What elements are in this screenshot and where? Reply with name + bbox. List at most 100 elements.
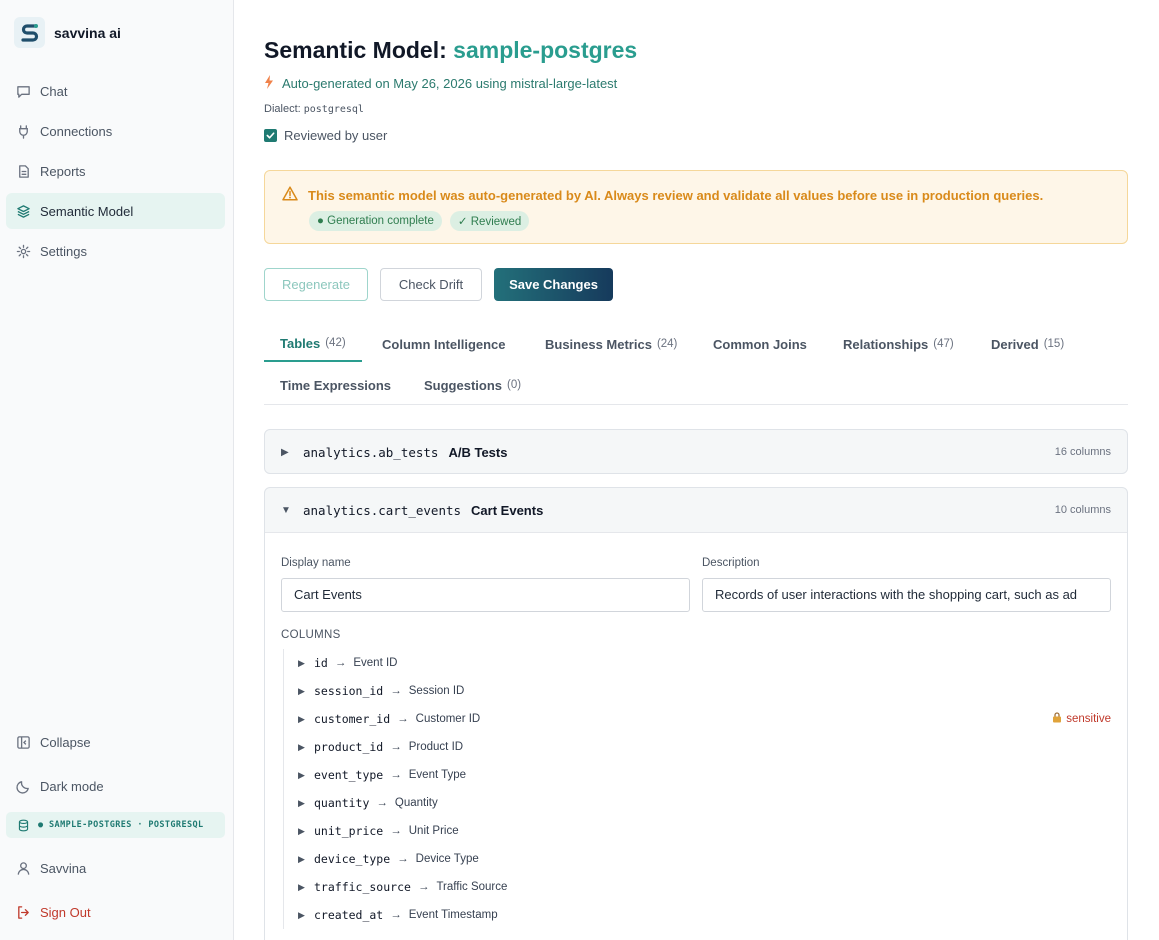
check-icon[interactable] <box>264 129 277 142</box>
table-card-header[interactable]: ▶ analytics.ab_tests A/B Tests 16 column… <box>265 430 1127 474</box>
tab-label: Column Intelligence <box>382 336 506 352</box>
arrow-icon: → <box>390 909 402 921</box>
tab-label: Time Expressions <box>280 377 392 393</box>
title-prefix: Semantic Model: <box>264 37 447 63</box>
page-title: Semantic Model: sample-postgres <box>264 37 637 64</box>
main-nav: Chat Connections Reports Semantic Model … <box>6 73 225 273</box>
tab-count: (42) <box>325 337 346 349</box>
sign-out-button[interactable]: Sign Out <box>6 894 225 930</box>
tab-label: Business Metrics <box>545 336 652 352</box>
arrow-icon: → <box>397 853 409 865</box>
columns-list: ▶ id → Event ID ▶ session_id → Session ID ▶ … <box>283 649 1111 929</box>
column-row[interactable]: ▶ event_type → Event Type <box>284 761 1111 789</box>
arrow-icon: → <box>334 657 347 669</box>
column-name: id <box>314 656 328 670</box>
tab-column-intelligence[interactable]: Column Intelligence <box>366 326 527 362</box>
brand[interactable]: savvina ai <box>14 17 121 48</box>
column-label: Unit Price <box>408 825 459 837</box>
tab-common-joins[interactable]: Common Joins <box>697 326 828 362</box>
check-drift-button[interactable]: Check Drift <box>380 268 482 301</box>
column-count: 10 columns <box>1054 504 1111 516</box>
table-card: ▶ analytics.ab_tests A/B Tests 16 column… <box>264 429 1128 474</box>
arrow-icon: → <box>376 797 388 809</box>
chat-icon <box>15 83 31 99</box>
column-row[interactable]: ▶ session_id → Session ID <box>284 677 1111 705</box>
tab-relationships[interactable]: Relationships (47) <box>827 326 970 362</box>
column-name: product_id <box>314 740 384 754</box>
tab-label: Common Joins <box>713 336 807 352</box>
nav-label: Settings <box>40 243 87 259</box>
sidebar-collapse-icon <box>15 734 31 750</box>
column-row[interactable]: ▶ quantity → Quantity <box>284 789 1111 817</box>
arrow-icon: → <box>390 769 402 781</box>
column-row[interactable]: ▶ created_at → Event Timestamp <box>284 901 1111 929</box>
caret-right-icon: ▶ <box>298 769 305 780</box>
status-badges: ● Generation complete ✓ Reviewed <box>309 211 530 231</box>
user-profile[interactable]: Savvina <box>6 850 225 886</box>
arrow-icon: → <box>390 685 402 697</box>
arrow-icon: → <box>417 881 430 893</box>
caret-right-icon: ▶ <box>298 825 305 836</box>
column-row[interactable]: ▶ id → Event ID <box>284 649 1111 677</box>
nav-item-reports[interactable]: Reports <box>6 153 225 189</box>
nav-label: Connections <box>40 123 113 139</box>
table-label: Cart Events <box>471 502 544 518</box>
database-icon <box>15 817 31 833</box>
nav-label: Semantic Model <box>40 203 134 219</box>
layers-icon <box>15 203 31 219</box>
nav-item-connections[interactable]: Connections <box>6 113 225 149</box>
nav-item-chat[interactable]: Chat <box>6 73 225 109</box>
tab-time-expressions[interactable]: Time Expressions <box>264 367 412 403</box>
nav-item-settings[interactable]: Settings <box>6 233 225 269</box>
collapse-label: Collapse <box>40 734 91 750</box>
sidebar: savvina ai Chat Connections Reports Sema… <box>0 0 234 940</box>
tab-derived[interactable]: Derived (15) <box>975 326 1080 362</box>
tab-label: Relationships <box>843 336 929 352</box>
sensitive-label: sensitive <box>1066 713 1111 725</box>
generated-text: Auto-generated on May 26, 2026 using mis… <box>282 76 618 91</box>
caret-right-icon: ▶ <box>298 685 305 696</box>
lightning-icon <box>264 75 274 92</box>
active-connection-badge[interactable]: ● SAMPLE-POSTGRES · POSTGRESQL <box>6 812 225 838</box>
caret-down-icon: ▼ <box>281 504 291 516</box>
collapse-button[interactable]: Collapse <box>6 724 225 760</box>
dialect-info: Dialect: postgresql <box>264 103 364 115</box>
caret-right-icon: ▶ <box>298 881 305 892</box>
caret-right-icon: ▶ <box>298 853 305 864</box>
caret-right-icon: ▶ <box>298 657 305 668</box>
regenerate-button[interactable]: Regenerate <box>264 268 368 301</box>
description-label: Description <box>702 557 760 569</box>
arrow-icon: → <box>397 713 409 725</box>
tab-tables[interactable]: Tables (42) <box>264 326 362 362</box>
save-changes-button[interactable]: Save Changes <box>494 268 613 301</box>
generation-complete-badge: ● Generation complete <box>309 211 442 231</box>
model-name: sample-postgres <box>453 37 638 63</box>
dark-mode-toggle[interactable]: Dark mode <box>6 768 225 804</box>
column-label: Event ID <box>353 657 398 669</box>
column-row[interactable]: ▶ customer_id → Customer ID sensitive <box>284 705 1111 733</box>
nav-item-semantic-model[interactable]: Semantic Model <box>6 193 225 229</box>
tab-business-metrics[interactable]: Business Metrics (24) <box>529 326 693 362</box>
column-row[interactable]: ▶ unit_price → Unit Price <box>284 817 1111 845</box>
column-name: device_type <box>314 852 391 866</box>
reviewed-badge: ✓ Reviewed <box>449 211 530 231</box>
display-name-input[interactable]: Cart Events <box>281 578 690 612</box>
table-card-header[interactable]: ▼ analytics.cart_events Cart Events 10 c… <box>265 488 1127 532</box>
tab-label: Derived <box>991 336 1039 352</box>
dark-mode-label: Dark mode <box>40 778 104 794</box>
table-card-expanded: ▼ analytics.cart_events Cart Events 10 c… <box>264 487 1128 940</box>
caret-right-icon: ▶ <box>298 909 305 920</box>
column-row[interactable]: ▶ traffic_source → Traffic Source <box>284 873 1111 901</box>
reviewed-checkbox[interactable]: Reviewed by user <box>264 128 387 143</box>
gear-icon <box>15 243 31 259</box>
ai-warning-alert: This semantic model was auto-generated b… <box>264 170 1128 244</box>
table-name: analytics.ab_tests <box>303 444 439 460</box>
connection-label: ● SAMPLE-POSTGRES · POSTGRESQL <box>38 820 204 830</box>
nav-label: Reports <box>40 163 86 179</box>
description-input[interactable]: Records of user interactions with the sh… <box>702 578 1111 612</box>
tab-suggestions[interactable]: Suggestions (0) <box>408 367 537 403</box>
user-icon <box>15 860 31 876</box>
column-row[interactable]: ▶ product_id → Product ID <box>284 733 1111 761</box>
column-label: Session ID <box>408 685 465 697</box>
column-row[interactable]: ▶ device_type → Device Type <box>284 845 1111 873</box>
